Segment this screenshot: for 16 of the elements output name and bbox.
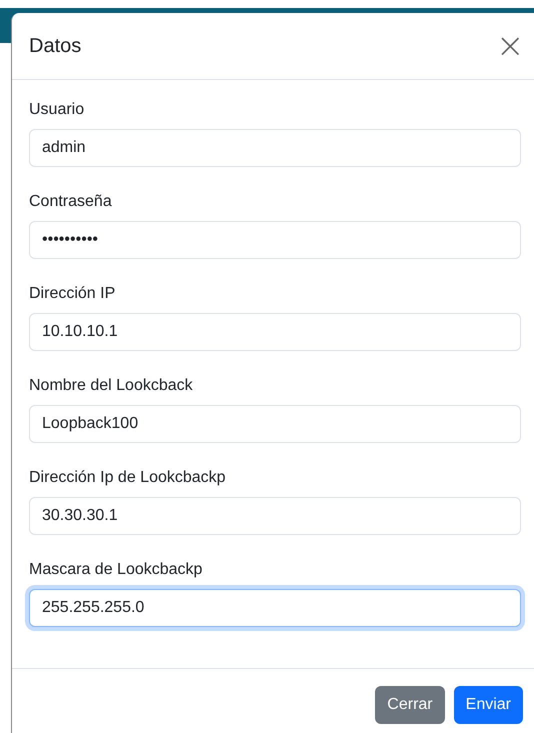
input-field[interactable]: •••••••••• [29, 221, 521, 259]
dialog-title: Datos [29, 34, 82, 58]
field-label: Mascara de Lookcbackp [29, 560, 204, 580]
field-label: Nombre del Lookcback [29, 376, 194, 396]
input-field[interactable]: 255.255.255.0 [29, 589, 521, 627]
input-field[interactable]: admin [29, 129, 521, 167]
field-label: Dirección IP [29, 284, 116, 304]
field-label: Contraseña [29, 192, 113, 212]
close-button[interactable]: × [496, 29, 520, 63]
input-field[interactable]: 30.30.30.1 [29, 497, 521, 535]
cancel-button[interactable]: Cerrar [375, 686, 445, 724]
field-label: Usuario [29, 100, 86, 120]
submit-button[interactable]: Enviar [454, 686, 523, 724]
input-field[interactable]: 10.10.10.1 [29, 313, 521, 351]
field-label: Dirección Ip de Lookcbackp [29, 468, 227, 488]
input-field[interactable]: Loopback100 [29, 405, 521, 443]
